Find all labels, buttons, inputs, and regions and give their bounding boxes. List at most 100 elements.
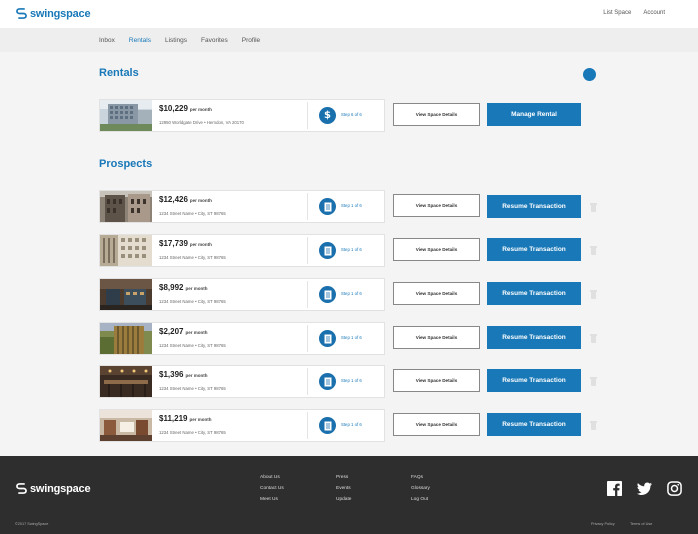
instagram-icon[interactable]: [667, 481, 682, 496]
document-icon: [319, 242, 336, 259]
rental-address: 12950 Worldgate Drive • Herndon, VA 2017…: [159, 120, 244, 125]
manage-rental-button[interactable]: Manage Rental: [487, 103, 581, 126]
property-photo[interactable]: [100, 279, 152, 310]
card-divider: [307, 325, 308, 352]
document-icon: [319, 330, 336, 347]
trash-icon[interactable]: [590, 421, 597, 430]
step-progress: Step 1 of 6: [341, 335, 362, 340]
prospect-address: 1234 Street Name • City, ST 98765: [159, 343, 226, 348]
card-divider: [307, 412, 308, 439]
rentals-heading: Rentals: [99, 67, 139, 79]
status-dot: [583, 68, 596, 81]
faqs-link[interactable]: FAQs: [411, 472, 430, 483]
document-icon: [319, 198, 336, 215]
resume-transaction-button[interactable]: Resume Transaction: [487, 282, 581, 305]
trash-icon[interactable]: [590, 334, 597, 343]
events-link[interactable]: Events: [336, 483, 351, 494]
tab-profile[interactable]: Profile: [242, 37, 260, 44]
tab-favorites[interactable]: Favorites: [201, 37, 228, 44]
prospect-card: $12,426 per month 1234 Street Name • City…: [99, 190, 385, 223]
footer-links-company: About Us Contact Us Meet Us: [260, 472, 284, 505]
view-space-details-button[interactable]: View Space Details: [393, 238, 480, 261]
twitter-icon[interactable]: [637, 481, 652, 496]
update-link[interactable]: Update: [336, 494, 351, 505]
card-divider: [307, 281, 308, 308]
prospect-price: $12,426 per month: [159, 195, 212, 204]
trash-icon[interactable]: [590, 290, 597, 299]
tab-rentals[interactable]: Rentals: [129, 37, 151, 44]
footer-brand-name: swingspace: [30, 482, 91, 495]
about-us-link[interactable]: About Us: [260, 472, 284, 483]
account-nav: Inbox Rentals Listings Favorites Profile: [0, 28, 698, 52]
property-photo[interactable]: [100, 410, 152, 441]
card-divider: [307, 237, 308, 264]
meet-us-link[interactable]: Meet Us: [260, 494, 284, 505]
property-photo[interactable]: [100, 366, 152, 397]
swingspace-logo-icon: [16, 483, 27, 494]
view-space-details-button[interactable]: View Space Details: [393, 413, 480, 436]
view-space-details-button[interactable]: View Space Details: [393, 194, 480, 217]
trash-icon[interactable]: [590, 246, 597, 255]
prospect-price: $11,219 per month: [159, 414, 212, 423]
privacy-policy-link[interactable]: Privacy Policy: [591, 522, 615, 526]
list-space-link[interactable]: List Space: [603, 10, 631, 16]
prospect-address: 1234 Street Name • City, ST 98765: [159, 299, 226, 304]
view-space-details-button[interactable]: View Space Details: [393, 369, 480, 392]
property-photo[interactable]: [100, 235, 152, 266]
step-progress: Step 1 of 6: [341, 291, 362, 296]
prospect-card: $1,396 per month 1234 Street Name • City,…: [99, 365, 385, 398]
step-progress: Step 1 of 6: [341, 203, 362, 208]
contact-us-link[interactable]: Contact Us: [260, 483, 284, 494]
step-progress: Step 1 of 6: [341, 247, 362, 252]
prospect-address: 1234 Street Name • City, ST 98765: [159, 255, 226, 260]
property-photo[interactable]: [100, 191, 152, 222]
document-icon: [319, 417, 336, 434]
footer-links-help: FAQs Glossary Log Out: [411, 472, 430, 505]
resume-transaction-button[interactable]: Resume Transaction: [487, 238, 581, 261]
facebook-icon[interactable]: [607, 481, 622, 496]
view-space-details-button[interactable]: View Space Details: [393, 282, 480, 305]
top-bar: swingspace List Space Account: [0, 0, 698, 28]
rental-card: $10,229 per month 12950 Worldgate Drive •…: [99, 99, 385, 132]
resume-transaction-button[interactable]: Resume Transaction: [487, 195, 581, 218]
swingspace-logo-icon: [16, 8, 27, 19]
rental-price: $10,229 per month: [159, 104, 212, 113]
footer-brand-logo[interactable]: swingspace: [15, 482, 91, 495]
step-progress: Step 1 of 6: [341, 378, 362, 383]
top-links: List Space Account: [603, 10, 665, 16]
prospect-address: 1234 Street Name • City, ST 98765: [159, 430, 226, 435]
prospect-price: $8,992 per month: [159, 283, 208, 292]
press-link[interactable]: Press: [336, 472, 351, 483]
resume-transaction-button[interactable]: Resume Transaction: [487, 326, 581, 349]
log-out-link[interactable]: Log Out: [411, 494, 430, 505]
account-link[interactable]: Account: [643, 10, 665, 16]
trash-icon[interactable]: [590, 377, 597, 386]
tab-inbox[interactable]: Inbox: [99, 37, 115, 44]
copyright: ©2017 SwingSpace: [15, 522, 49, 526]
dollar-icon: $: [319, 107, 336, 124]
brand-name: swingspace: [30, 7, 91, 20]
resume-transaction-button[interactable]: Resume Transaction: [487, 413, 581, 436]
brand-logo[interactable]: swingspace: [15, 7, 91, 20]
resume-transaction-button[interactable]: Resume Transaction: [487, 369, 581, 392]
view-space-details-button[interactable]: View Space Details: [393, 103, 480, 126]
prospect-card: $17,739 per month 1234 Street Name • City…: [99, 234, 385, 267]
prospect-address: 1234 Street Name • City, ST 98765: [159, 211, 226, 216]
trash-icon[interactable]: [590, 203, 597, 212]
terms-of-use-link[interactable]: Terms of Use: [630, 522, 652, 526]
prospect-address: 1234 Street Name • City, ST 98765: [159, 386, 226, 391]
prospect-price: $2,207 per month: [159, 327, 208, 336]
glossary-link[interactable]: Glossary: [411, 483, 430, 494]
step-progress: Step 6 of 6: [341, 112, 362, 117]
prospect-price: $17,739 per month: [159, 239, 212, 248]
prospect-card: $8,992 per month 1234 Street Name • City,…: [99, 278, 385, 311]
document-icon: [319, 286, 336, 303]
property-photo[interactable]: [100, 323, 152, 354]
prospects-heading: Prospects: [99, 158, 153, 170]
footer-links-news: Press Events Update: [336, 472, 351, 505]
card-divider: [307, 102, 308, 129]
tab-listings[interactable]: Listings: [165, 37, 187, 44]
property-photo[interactable]: [100, 100, 152, 131]
view-space-details-button[interactable]: View Space Details: [393, 326, 480, 349]
step-progress: Step 1 of 6: [341, 422, 362, 427]
